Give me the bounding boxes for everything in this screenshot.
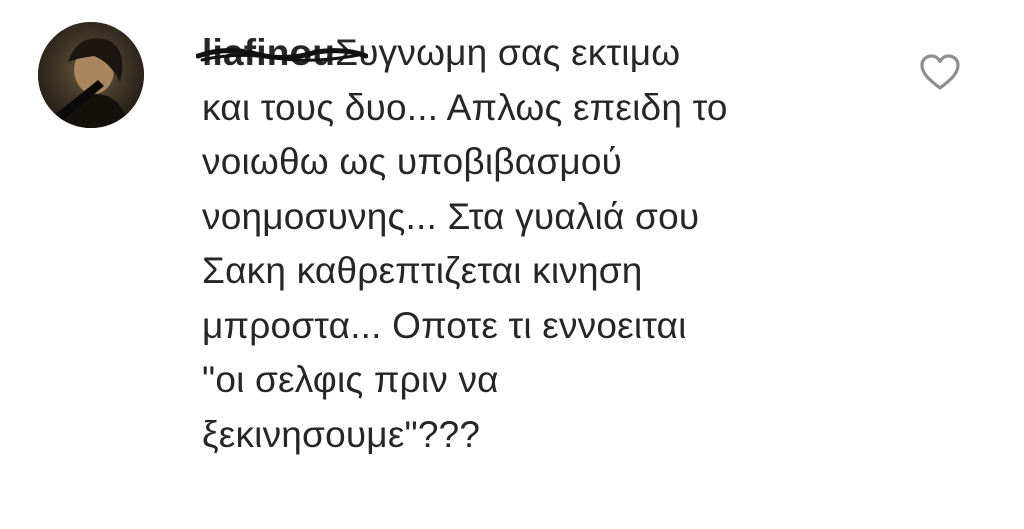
comment-line-text: Συγνωμη σας εκτιμω: [335, 32, 681, 73]
avatar-image: [38, 22, 144, 128]
heart-icon: [920, 54, 960, 90]
comment-line: "οι σελφις πριν να: [202, 359, 499, 400]
comment-line: Σακη καθρεπτιζεται κινηση: [202, 250, 643, 291]
comment-line: ξεκινησουμε"???: [202, 413, 481, 455]
username[interactable]: liafinou: [196, 26, 368, 81]
comment-line: νοιωθω ως υποβιβασμού: [202, 141, 623, 182]
username-text: liafinou: [202, 32, 336, 73]
comment-text: liafinou Συγνωμη σας εκτιμω και τους δυο.…: [196, 26, 902, 462]
comment-line: νοημοσυνης... Στα γυαλιά σου: [202, 195, 700, 237]
comment-item: liafinou Συγνωμη σας εκτιμω και τους δυο.…: [0, 0, 1024, 529]
avatar[interactable]: [38, 22, 144, 128]
like-button[interactable]: [918, 52, 962, 92]
comment-line: μπροστα... Οποτε τι εννοειται: [202, 304, 687, 346]
comment-line: liafinou Συγνωμη σας εκτιμω: [196, 26, 902, 81]
comment-line: και τους δυο... Απλως επειδη το: [202, 86, 728, 128]
